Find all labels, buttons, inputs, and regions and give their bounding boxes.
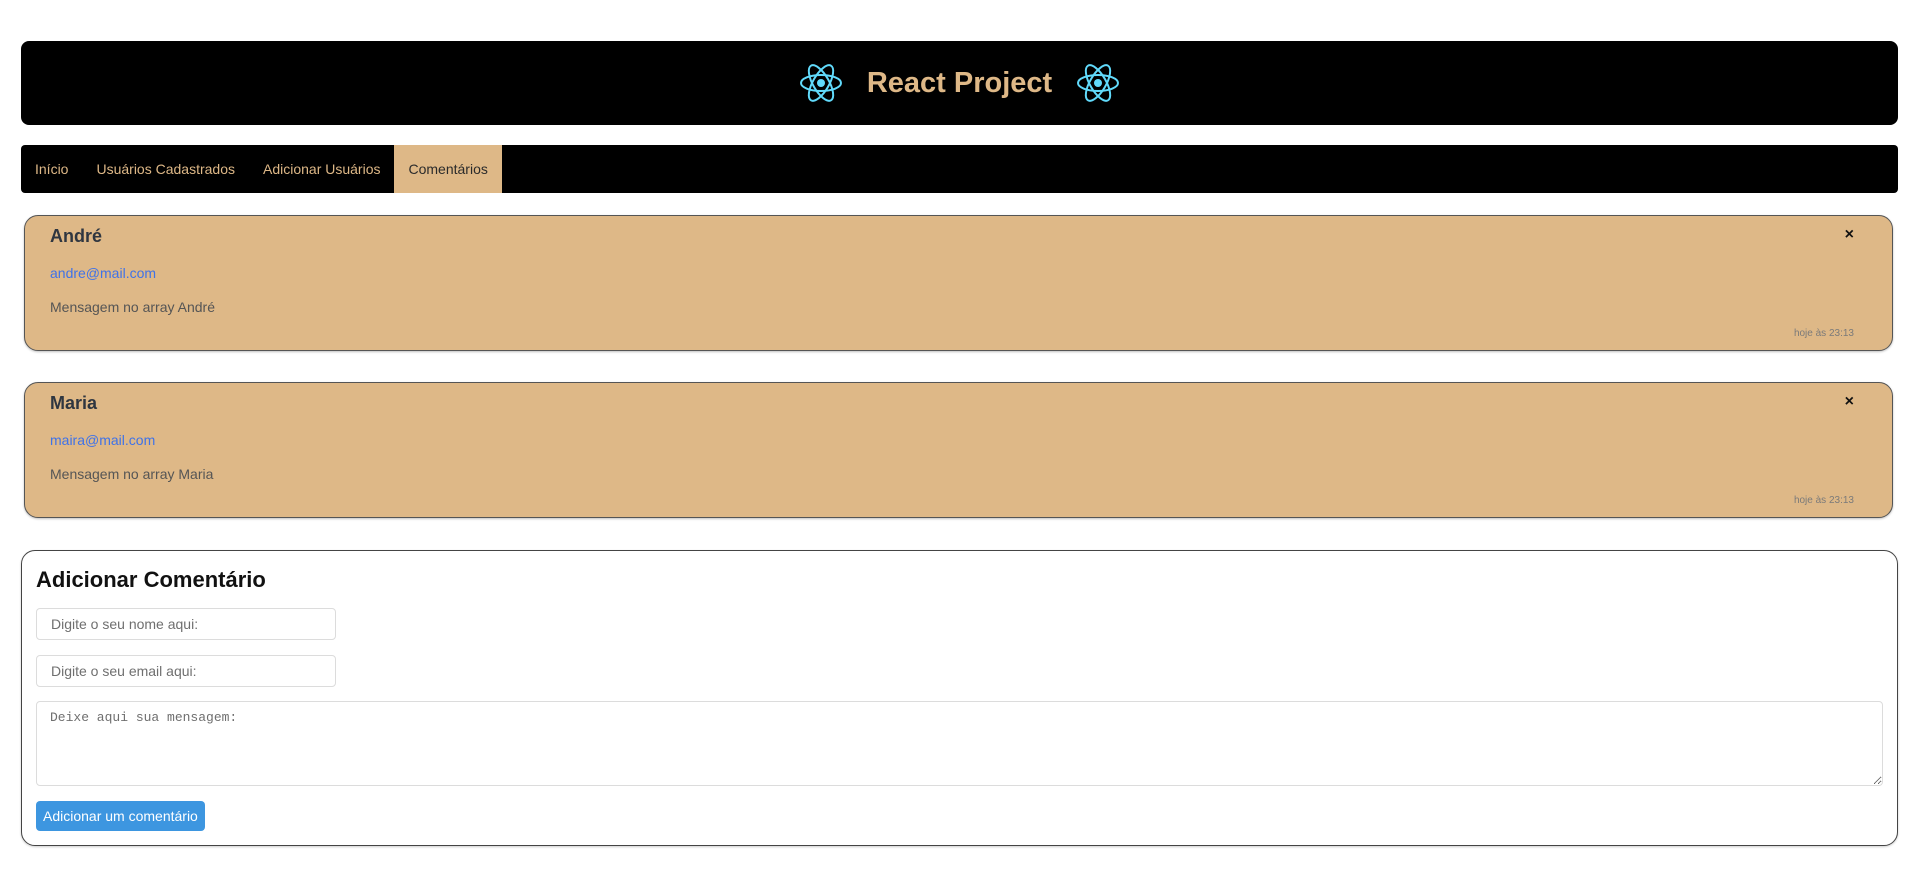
nav-item-usuarios-cadastrados[interactable]: Usuários Cadastrados bbox=[82, 145, 249, 193]
comment-message: Mensagem no array Maria bbox=[50, 466, 214, 482]
app-header: React Project bbox=[21, 41, 1898, 125]
page: React Project Início Usuários Cadastrado… bbox=[0, 0, 1919, 885]
nav-item-adicionar-usuarios[interactable]: Adicionar Usuários bbox=[249, 145, 395, 193]
close-icon[interactable]: × bbox=[1845, 226, 1854, 244]
nav-item-comentarios[interactable]: Comentários bbox=[394, 145, 502, 193]
add-comment-form: Adicionar Comentário Adicionar um coment… bbox=[21, 550, 1898, 846]
close-icon[interactable]: × bbox=[1845, 393, 1854, 411]
comment-card: Maria × maira@mail.com Mensagem no array… bbox=[24, 382, 1893, 518]
comment-author: André bbox=[50, 226, 103, 246]
react-atom-icon bbox=[799, 61, 843, 105]
message-textarea[interactable] bbox=[36, 701, 1883, 786]
comment-timestamp: hoje às 23:13 bbox=[1793, 328, 1854, 339]
react-atom-icon bbox=[1076, 61, 1120, 105]
comment-timestamp: hoje às 23:13 bbox=[1793, 495, 1854, 506]
add-comment-button[interactable]: Adicionar um comentário bbox=[36, 801, 205, 831]
comment-email-link[interactable]: andre@mail.com bbox=[50, 265, 156, 281]
comment-message: Mensagem no array André bbox=[50, 299, 215, 315]
name-input[interactable] bbox=[36, 608, 336, 640]
email-input[interactable] bbox=[36, 655, 336, 687]
comment-email-link[interactable]: maira@mail.com bbox=[50, 432, 155, 448]
app-title: React Project bbox=[866, 66, 1053, 99]
comment-author: Maria bbox=[50, 393, 98, 413]
comment-card: André × andre@mail.com Mensagem no array… bbox=[24, 215, 1893, 351]
nav-item-inicio[interactable]: Início bbox=[21, 145, 82, 193]
form-title: Adicionar Comentário bbox=[36, 567, 266, 592]
main-nav: Início Usuários Cadastrados Adicionar Us… bbox=[21, 145, 1898, 193]
